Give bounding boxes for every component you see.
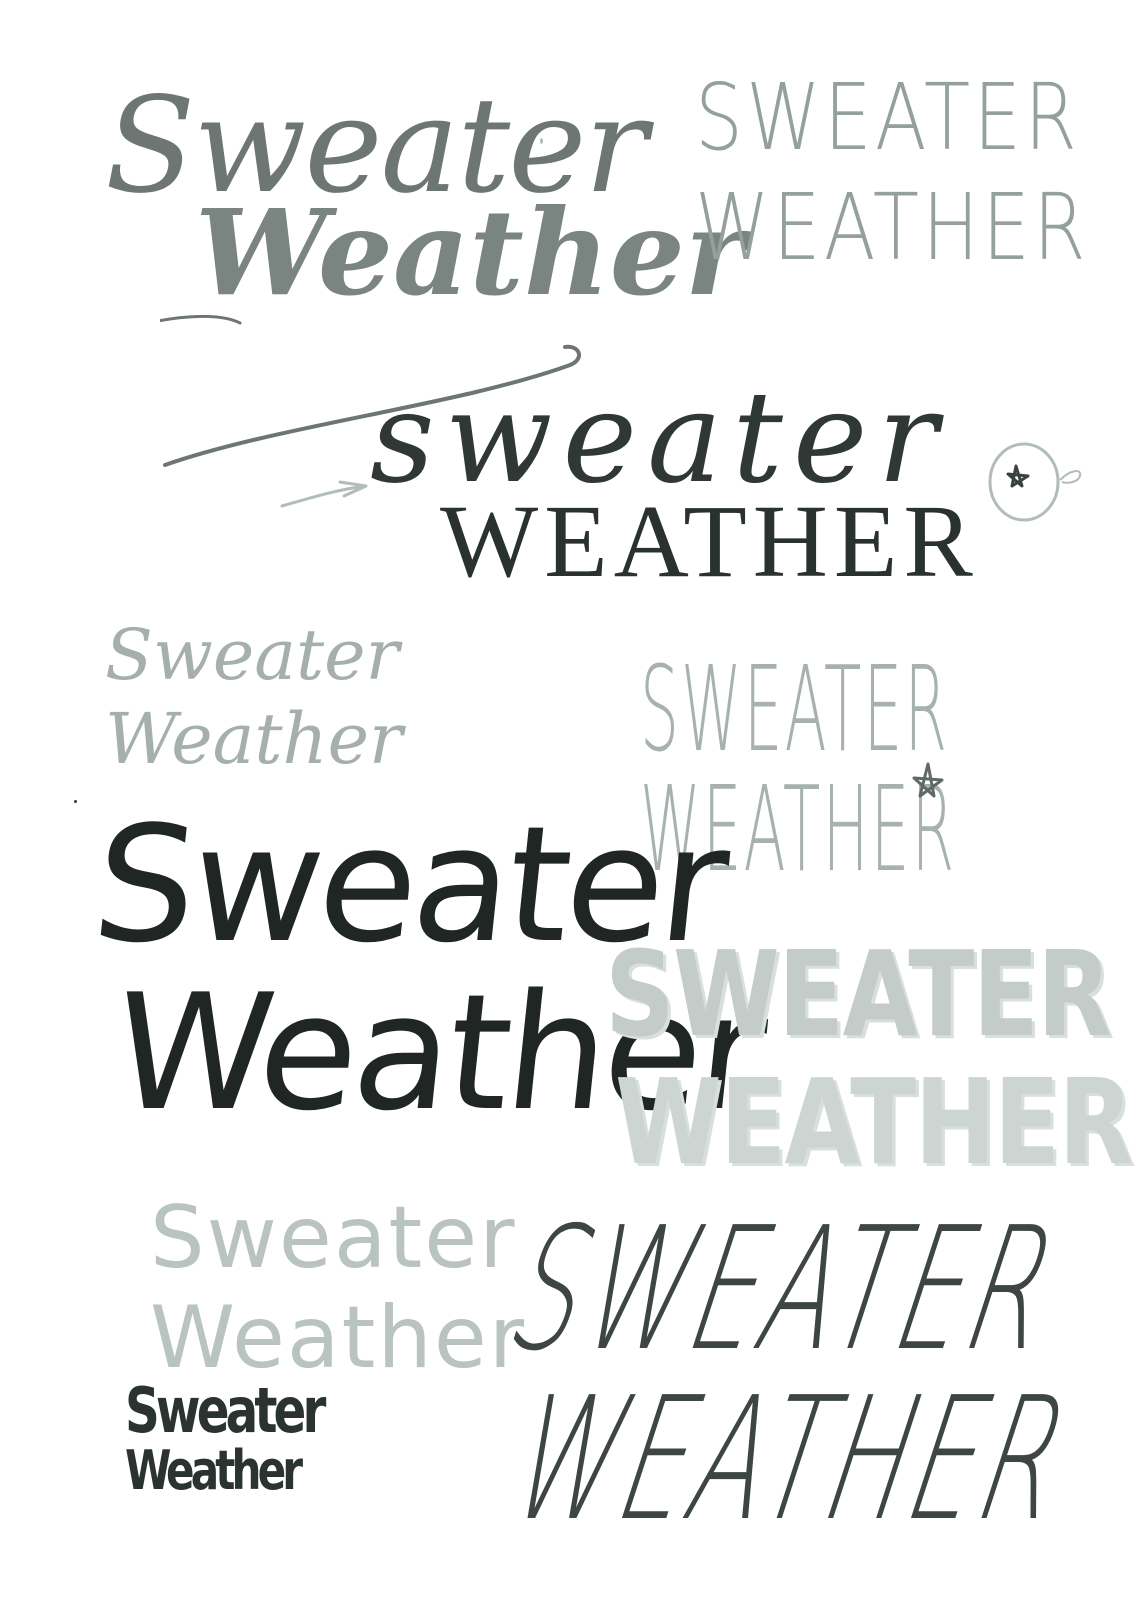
lowercase-script-sketch: sweater <box>370 375 948 501</box>
pencil-speck <box>540 138 543 144</box>
sketch-line-1: SWEATER <box>605 925 1112 1063</box>
sketch-line-2: WEATHER <box>695 174 1089 281</box>
sketch-line-2: WEATHER <box>440 484 979 599</box>
sketch-sheet: Sweater Weather SWEATER WEATHER sweater … <box>0 0 1145 1612</box>
heavy-blob-sketch: Sweater Weather <box>125 1380 378 1498</box>
simple-hand-sketch: Sweater Weather <box>150 1195 526 1381</box>
arrow-icon <box>280 480 368 508</box>
faint-script-sketch: Sweater Weather <box>105 620 403 774</box>
sketch-line-2: WEATHER <box>615 1053 1133 1191</box>
pencil-speck <box>74 800 77 803</box>
star-icon <box>912 762 944 798</box>
star-icon <box>988 442 1082 522</box>
sketch-line-1: SWEATER <box>640 640 950 778</box>
sketch-line-1: Sweater <box>105 614 400 696</box>
sketch-line-1: SWEATER <box>487 1191 1085 1389</box>
thin-caps-sketch: SWEATER WEATHER <box>695 72 1145 274</box>
flourish-script-sketch: Sweater Weather <box>105 80 747 312</box>
sketch-line-2: Weather <box>150 1288 527 1388</box>
sketch-line-1: Sweater <box>150 1188 517 1288</box>
sketch-line-2: WEATHER <box>487 1361 1097 1559</box>
sketch-line-1: sweater <box>370 364 948 511</box>
angular-caps-sketch: SWEATER WEATHER <box>488 1191 1145 1559</box>
sketch-line-2: Weather <box>105 698 403 780</box>
sketch-line-2: Weather <box>195 183 747 322</box>
sketch-line-2: Weather <box>125 1439 303 1502</box>
shaded-caps-sketch: SWEATER WEATHER <box>605 935 1145 1181</box>
sketch-line-1: SWEATER <box>695 64 1081 171</box>
sketch-line-1: Sweater <box>125 1374 326 1447</box>
serif-caps-sketch: WEATHER <box>440 490 979 594</box>
